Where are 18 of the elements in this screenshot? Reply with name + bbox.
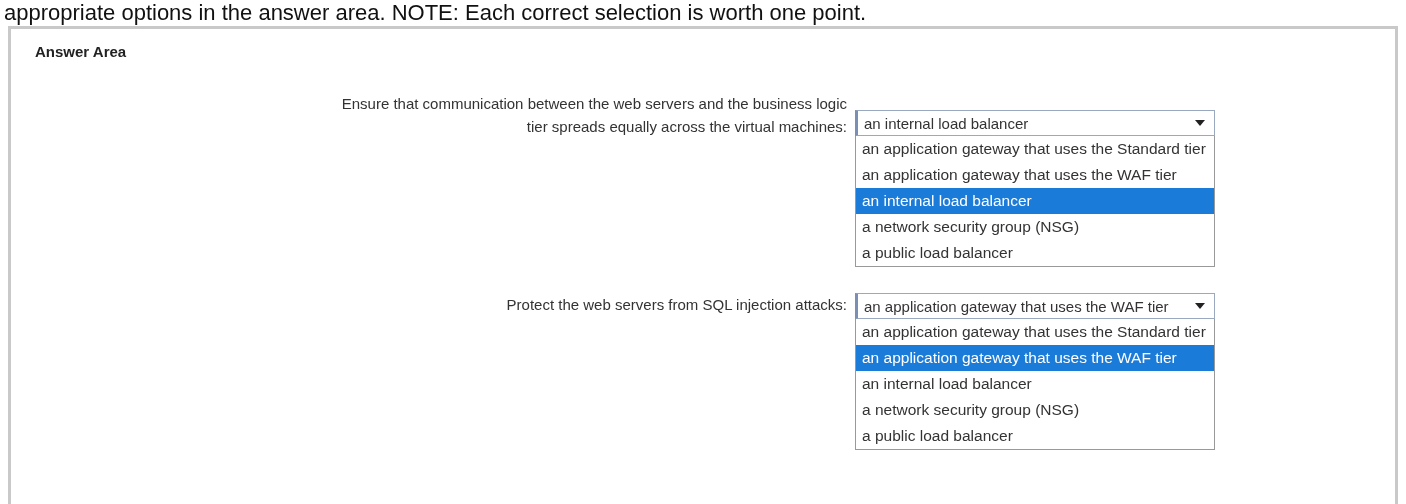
dropdown-option[interactable]: a public load balancer — [856, 423, 1214, 449]
question-prompt: Ensure that communication between the web servers and the business logic tier spreads equally across the virtual machines: — [340, 94, 848, 137]
dropdown-option[interactable]: an internal load balancer — [856, 371, 1214, 397]
question-prompt: Protect the web servers from SQL injection attacks: — [505, 295, 848, 315]
dropdown-option[interactable]: a public load balancer — [856, 240, 1214, 266]
dropdown-option[interactable]: a network security group (NSG) — [856, 214, 1214, 240]
dropdown-option[interactable]: an application gateway that uses the Standard tier — [856, 319, 1214, 345]
caret-icon — [1194, 302, 1206, 310]
caret-icon — [1194, 119, 1206, 127]
dropdown-option[interactable]: an application gateway that uses the WAF tier — [856, 345, 1214, 371]
dropdown[interactable]: an application gateway that uses the WAF tier — [855, 293, 1215, 319]
dropdown-option[interactable]: a network security group (NSG) — [856, 397, 1214, 423]
dropdown-option[interactable]: an application gateway that uses the Standard tier — [856, 136, 1214, 162]
dropdown-option[interactable]: an application gateway that uses the WAF tier — [856, 162, 1214, 188]
instruction-text: appropriate options in the answer area. NOTE: Each correct selection is worth one point. — [3, 0, 868, 26]
dropdown-option[interactable]: an internal load balancer — [856, 188, 1214, 214]
answer-area-title: Answer Area — [35, 43, 128, 60]
dropdown[interactable]: an internal load balancer — [855, 110, 1215, 136]
